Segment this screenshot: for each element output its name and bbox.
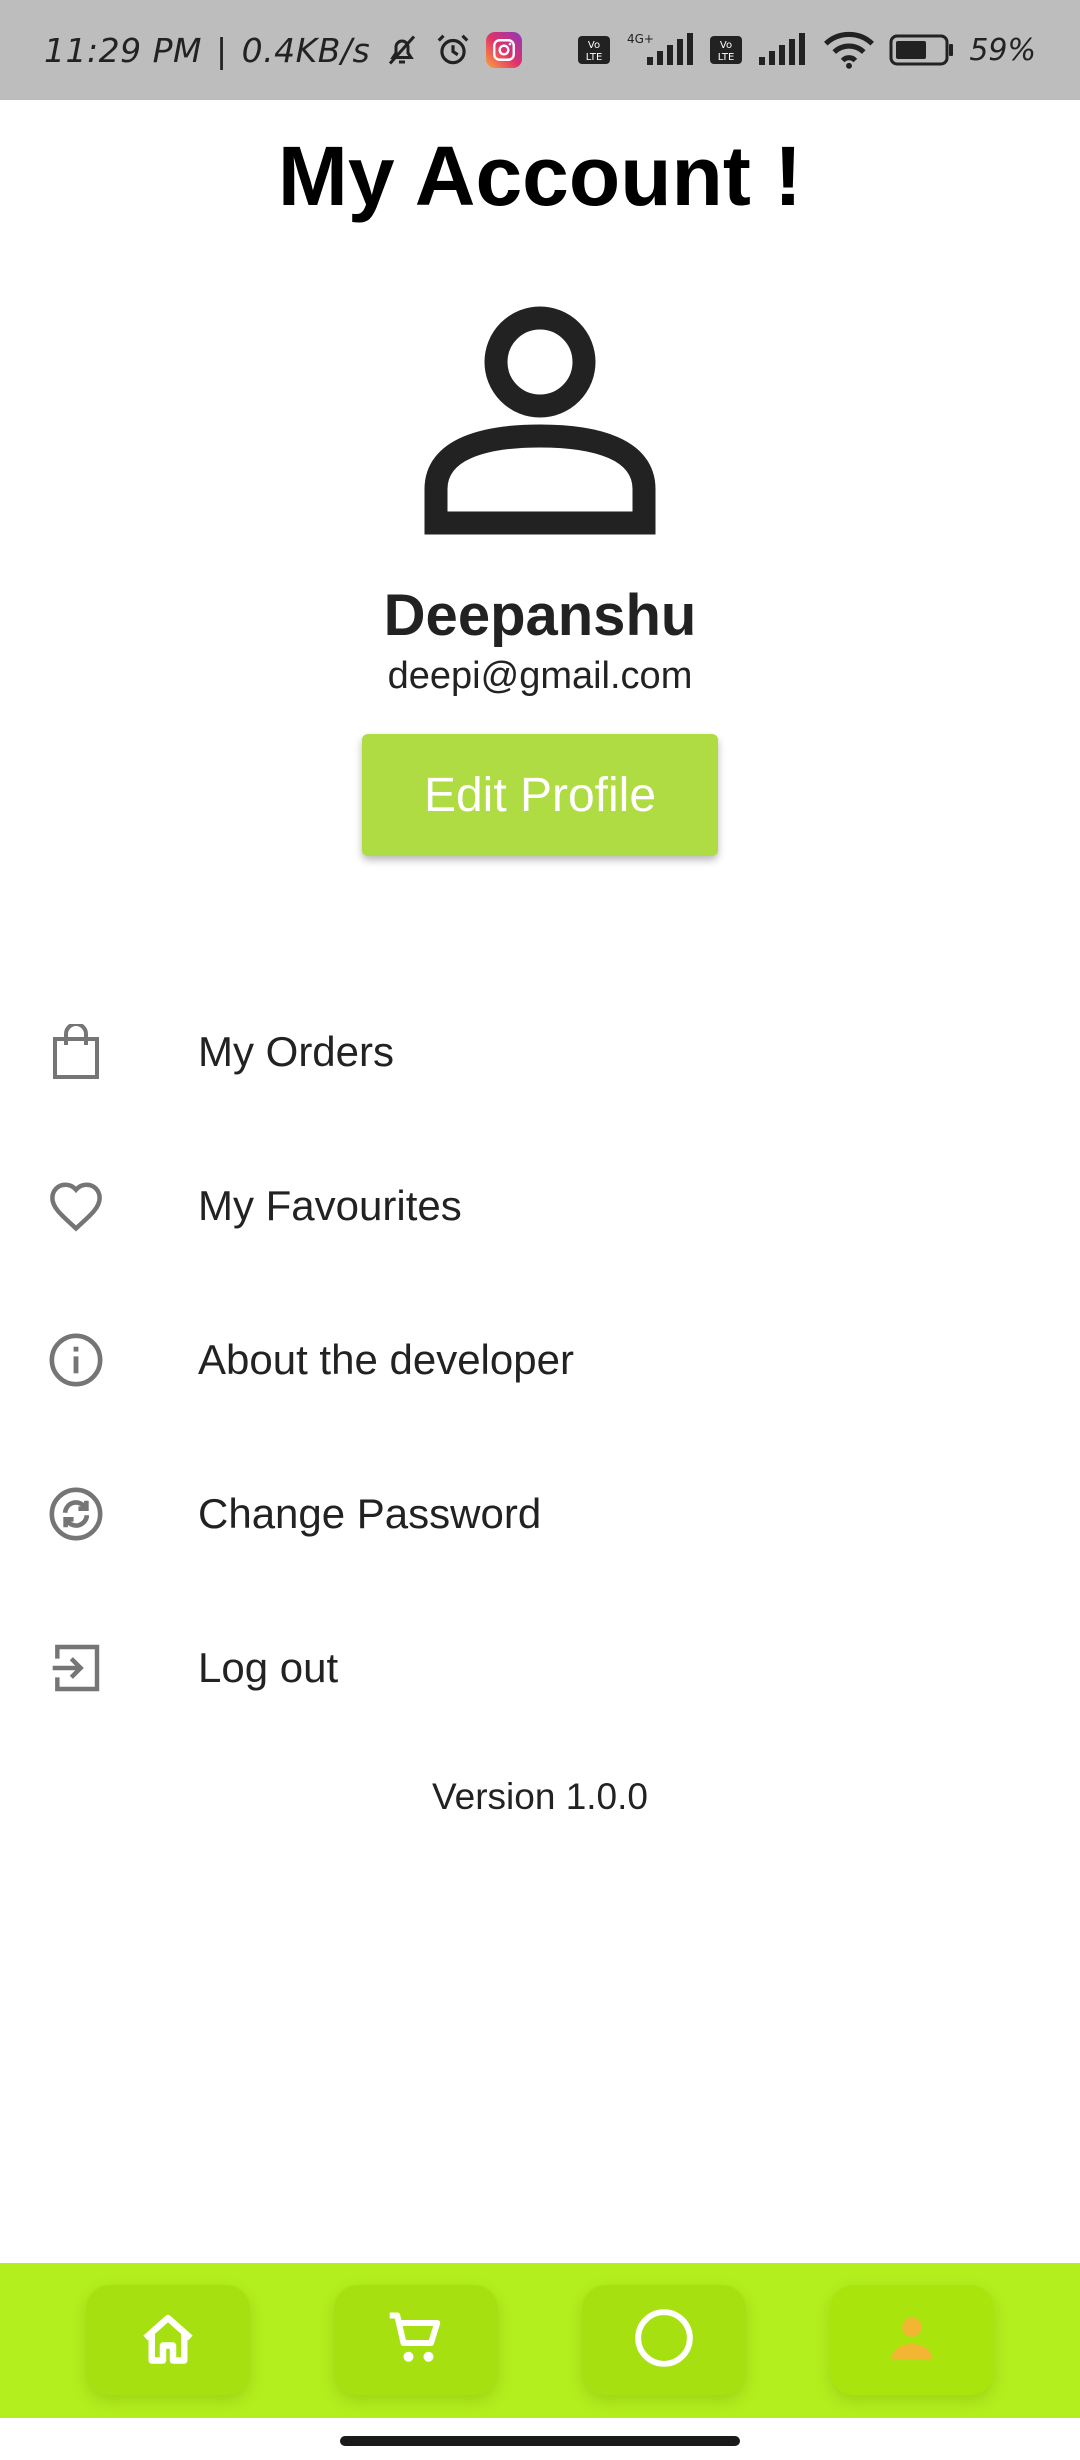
menu-item-log-out[interactable]: Log out: [0, 1591, 1080, 1745]
status-speed: 0.4KB/s: [241, 30, 371, 70]
menu-label: About the developer: [198, 1336, 574, 1383]
status-bar: 11:29 PM | 0.4KB/s Vo LTE 4G+ Vo LTE 59%: [0, 0, 1080, 100]
status-left: 11:29 PM | 0.4KB/s: [44, 30, 523, 70]
edit-profile-button[interactable]: Edit Profile: [362, 734, 718, 856]
menu-label: My Favourites: [198, 1182, 462, 1229]
cart-icon: [386, 2308, 446, 2373]
gesture-handle[interactable]: [340, 2436, 740, 2446]
nav-cart-button[interactable]: [334, 2285, 498, 2395]
signal-4g-icon: 4G+: [625, 31, 695, 69]
bottom-navigation: [0, 2263, 1080, 2418]
refresh-icon: [44, 1482, 108, 1546]
menu-item-my-favourites[interactable]: My Favourites: [0, 1129, 1080, 1283]
signal-icon: [757, 31, 809, 69]
nav-home-button[interactable]: [86, 2285, 250, 2395]
nav-account-button[interactable]: [830, 2285, 994, 2395]
instagram-icon: [486, 32, 523, 68]
status-right: Vo LTE 4G+ Vo LTE 59%: [577, 31, 1036, 69]
person-icon: [424, 305, 656, 537]
shopping-bag-icon: [44, 1020, 108, 1084]
status-divider: |: [215, 30, 228, 70]
circle-icon: [633, 2307, 695, 2374]
svg-text:Vo: Vo: [720, 40, 732, 51]
menu-label: Log out: [198, 1644, 339, 1691]
menu-item-change-password[interactable]: Change Password: [0, 1437, 1080, 1591]
logout-icon: [44, 1636, 108, 1700]
menu-label: Change Password: [198, 1490, 542, 1537]
battery-percent: 59%: [969, 32, 1036, 68]
menu-item-about-developer[interactable]: About the developer: [0, 1283, 1080, 1437]
menu-item-my-orders[interactable]: My Orders: [0, 975, 1080, 1129]
mute-bell-icon: [384, 31, 420, 69]
menu-label: My Orders: [198, 1028, 395, 1075]
user-email: deepi@gmail.com: [387, 655, 693, 697]
nav-circle-button[interactable]: [582, 2285, 746, 2395]
alarm-icon: [434, 31, 472, 69]
person-icon: [883, 2309, 941, 2372]
account-menu: My Orders My Favourites About the develo…: [0, 975, 1080, 1745]
svg-text:LTE: LTE: [586, 52, 603, 63]
wifi-icon: [823, 31, 875, 69]
page-title: My Account !: [277, 129, 803, 223]
app-version: Version 1.0.0: [432, 1776, 648, 1817]
info-icon: [44, 1328, 108, 1392]
svg-text:4G+: 4G+: [627, 32, 654, 46]
svg-text:Vo: Vo: [588, 40, 600, 51]
volte-icon: Vo LTE: [577, 35, 611, 65]
user-name: Deepanshu: [383, 583, 697, 648]
status-time: 11:29 PM: [44, 30, 202, 70]
volte-icon: Vo LTE: [709, 35, 743, 65]
heart-icon: [44, 1174, 108, 1238]
battery-icon: [889, 33, 955, 67]
svg-text:LTE: LTE: [718, 52, 735, 63]
home-icon: [138, 2310, 198, 2371]
